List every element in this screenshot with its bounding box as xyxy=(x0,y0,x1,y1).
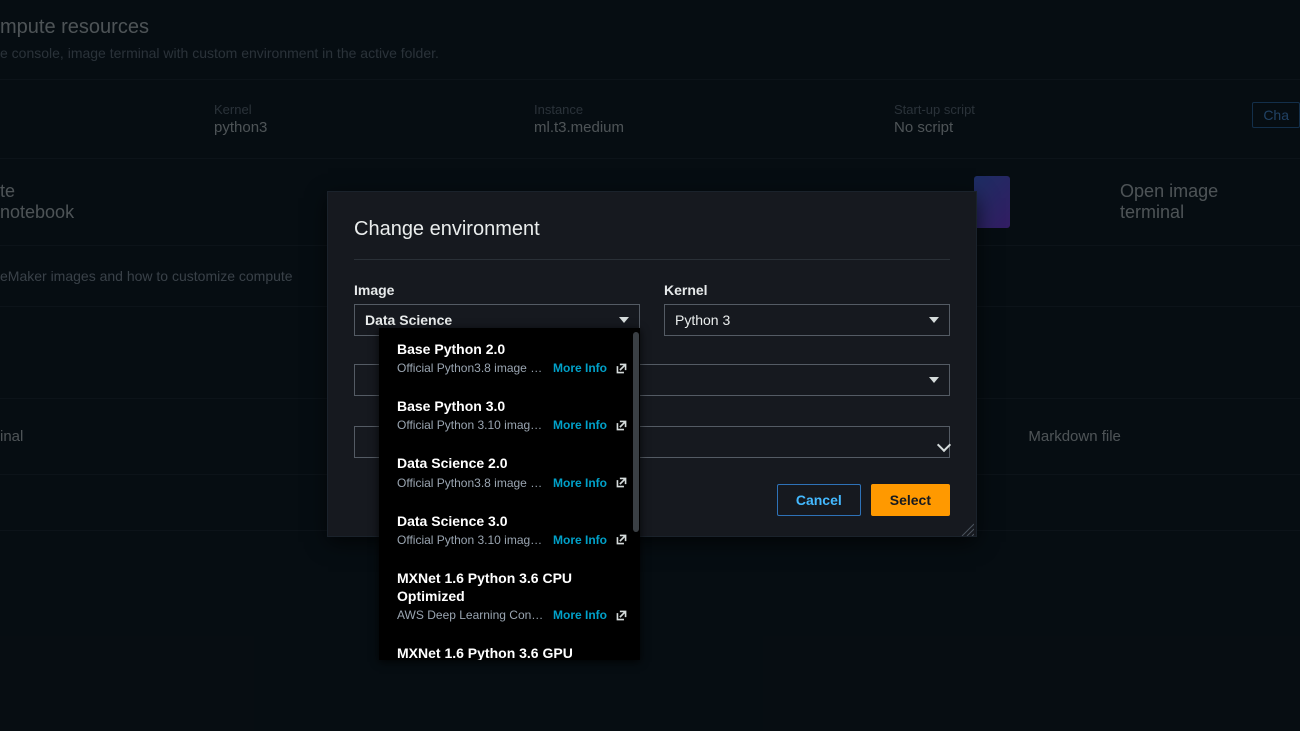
external-link-icon xyxy=(615,476,628,489)
cancel-button[interactable]: Cancel xyxy=(777,484,861,516)
resize-handle-icon[interactable] xyxy=(960,522,974,536)
image-option-desc: Official Python3.8 image f… xyxy=(397,361,545,375)
env-script-value: No script xyxy=(894,119,1174,136)
image-option[interactable]: Data Science 2.0 Official Python3.8 imag… xyxy=(379,442,640,499)
image-terminal-thumb-icon xyxy=(974,176,1010,228)
select-button[interactable]: Select xyxy=(871,484,950,516)
image-option[interactable]: MXNet 1.6 Python 3.6 CPU Optimized AWS D… xyxy=(379,557,640,632)
page-title: mpute resources xyxy=(0,16,1300,39)
image-dropdown-list[interactable]: Base Python 2.0 Official Python3.8 image… xyxy=(379,328,640,660)
image-option[interactable]: Data Science 3.0 Official Python 3.10 im… xyxy=(379,500,640,557)
more-info-link[interactable]: More Info xyxy=(553,533,607,547)
image-option-desc: Official Python 3.10 imag… xyxy=(397,533,545,547)
kernel-field-label: Kernel xyxy=(664,282,950,298)
page-header: mpute resources e console, image termina… xyxy=(0,16,1300,80)
external-link-icon xyxy=(615,419,628,432)
external-link-icon xyxy=(615,609,628,622)
image-option[interactable]: Base Python 2.0 Official Python3.8 image… xyxy=(379,328,640,385)
image-option-title: MXNet 1.6 Python 3.6 CPU Optimized xyxy=(397,569,628,605)
image-option-title: Base Python 2.0 xyxy=(397,340,628,358)
env-kernel-label: Kernel xyxy=(214,102,534,117)
environment-summary-row: Kernel python3 Instance ml.t3.medium Sta… xyxy=(0,80,1300,159)
image-option-title: Data Science 3.0 xyxy=(397,512,628,530)
more-info-link[interactable]: More Info xyxy=(553,361,607,375)
modal-title: Change environment xyxy=(354,218,950,260)
image-option-desc: Official Python 3.10 imag… xyxy=(397,418,545,432)
caret-down-icon xyxy=(929,377,939,383)
change-environment-button[interactable]: Cha xyxy=(1252,102,1300,128)
image-option-title: Data Science 2.0 xyxy=(397,454,628,472)
kernel-field: Kernel Python 3 xyxy=(664,282,950,336)
image-option-desc: AWS Deep Learning Conta… xyxy=(397,608,545,622)
image-option[interactable]: Base Python 3.0 Official Python 3.10 ima… xyxy=(379,385,640,442)
terminal-tile[interactable]: inal xyxy=(0,428,23,445)
env-script-label: Start-up script xyxy=(894,102,1174,117)
env-instance-label: Instance xyxy=(534,102,894,117)
dropdown-scrollbar[interactable] xyxy=(633,332,639,532)
caret-down-icon xyxy=(619,317,629,323)
more-info-link[interactable]: More Info xyxy=(553,476,607,490)
env-kernel-value: python3 xyxy=(214,119,534,136)
more-info-link[interactable]: More Info xyxy=(553,418,607,432)
env-instance: Instance ml.t3.medium xyxy=(534,102,894,136)
image-select-value: Data Science xyxy=(365,312,452,328)
kernel-select-value: Python 3 xyxy=(675,312,730,328)
image-option[interactable]: MXNet 1.6 Python 3.6 GPU xyxy=(379,632,640,660)
image-option-desc: Official Python3.8 image f… xyxy=(397,476,545,490)
env-startup-script: Start-up script No script xyxy=(894,102,1174,136)
caret-down-icon xyxy=(929,317,939,323)
env-instance-value: ml.t3.medium xyxy=(534,119,894,136)
image-option-title: MXNet 1.6 Python 3.6 GPU xyxy=(397,644,628,660)
external-link-icon xyxy=(615,533,628,546)
env-kernel: Kernel python3 xyxy=(214,102,534,136)
markdown-file-tile[interactable]: Markdown file xyxy=(1028,428,1121,445)
external-link-icon xyxy=(615,362,628,375)
image-option-title: Base Python 3.0 xyxy=(397,397,628,415)
more-info-link[interactable]: More Info xyxy=(553,608,607,622)
image-field-label: Image xyxy=(354,282,640,298)
open-image-terminal-tile[interactable]: Open image terminal xyxy=(1120,181,1280,223)
page-subtitle: e console, image terminal with custom en… xyxy=(0,45,1300,61)
kernel-select[interactable]: Python 3 xyxy=(664,304,950,336)
create-notebook-tile[interactable]: te notebook xyxy=(0,181,90,223)
